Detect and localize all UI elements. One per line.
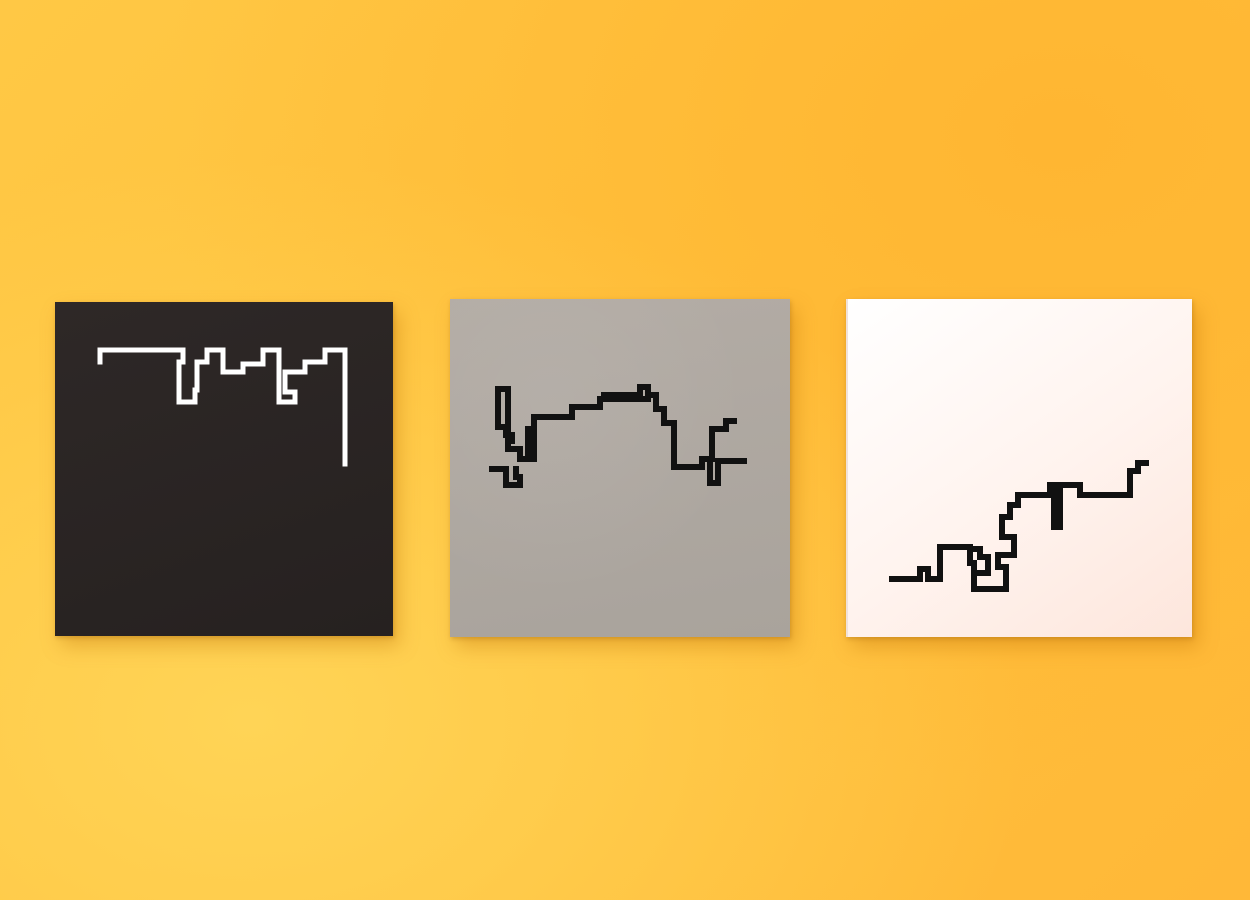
white-maze-line: [97, 347, 348, 467]
grey-card: [450, 299, 790, 637]
white-card: [846, 299, 1192, 637]
black-maze-line-white: [889, 460, 1149, 592]
black-maze-line-grey: [489, 384, 747, 488]
black-card: [55, 302, 393, 636]
